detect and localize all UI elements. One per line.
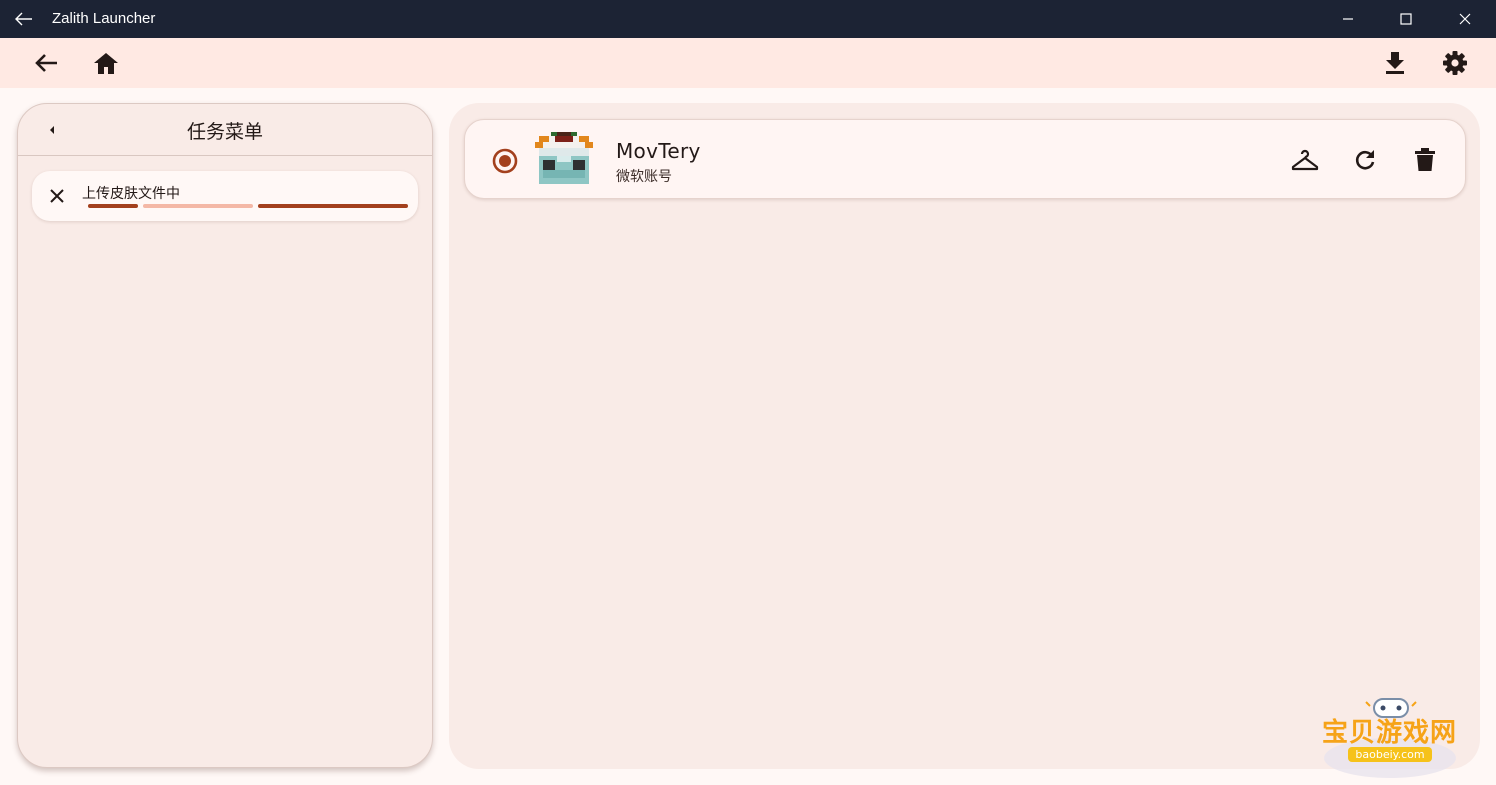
- progress-track-segment: [143, 204, 253, 208]
- accounts-panel: MovTery 微软账号: [449, 103, 1480, 769]
- app-bar: [0, 38, 1496, 88]
- account-selected-radio[interactable]: [491, 147, 519, 175]
- progress-indicator-segment: [258, 204, 408, 208]
- window-title: Zalith Launcher: [52, 10, 156, 27]
- account-name: MovTery: [616, 139, 701, 163]
- task-menu-panel: 任务菜单 上传皮肤文件中: [17, 103, 433, 768]
- task-label: 上传皮肤文件中: [82, 186, 180, 202]
- account-card[interactable]: MovTery 微软账号: [464, 119, 1466, 199]
- task-menu-header: 任务菜单: [18, 104, 432, 156]
- refresh-icon[interactable]: [1347, 142, 1383, 178]
- cancel-task-icon[interactable]: [46, 185, 68, 207]
- close-icon[interactable]: [1436, 0, 1494, 38]
- delete-trash-icon[interactable]: [1407, 142, 1443, 178]
- task-menu-title: 任务菜单: [186, 121, 263, 143]
- home-icon[interactable]: [88, 46, 124, 80]
- window-back-icon[interactable]: [12, 9, 36, 29]
- maximize-icon[interactable]: [1377, 0, 1435, 38]
- change-skin-hanger-icon[interactable]: [1287, 142, 1323, 178]
- watermark-logo: 宝贝游戏网 baobeiy.com: [1320, 696, 1470, 782]
- minimize-icon[interactable]: [1319, 0, 1377, 38]
- download-icon[interactable]: [1377, 46, 1413, 80]
- settings-gear-icon[interactable]: [1437, 46, 1473, 80]
- app-window: Zalith Launcher 任务菜单 上传皮肤文件中 MovTery 微软账…: [0, 0, 1496, 785]
- title-bar: Zalith Launcher: [0, 0, 1496, 38]
- skin-avatar: [535, 132, 593, 188]
- watermark-url: baobeiy.com: [1348, 747, 1432, 762]
- task-item: 上传皮肤文件中: [32, 171, 418, 221]
- progress-indicator-segment: [88, 204, 138, 208]
- arrow-back-icon[interactable]: [28, 46, 64, 80]
- watermark-text: 宝贝游戏网: [1322, 718, 1458, 748]
- account-type: 微软账号: [616, 169, 672, 185]
